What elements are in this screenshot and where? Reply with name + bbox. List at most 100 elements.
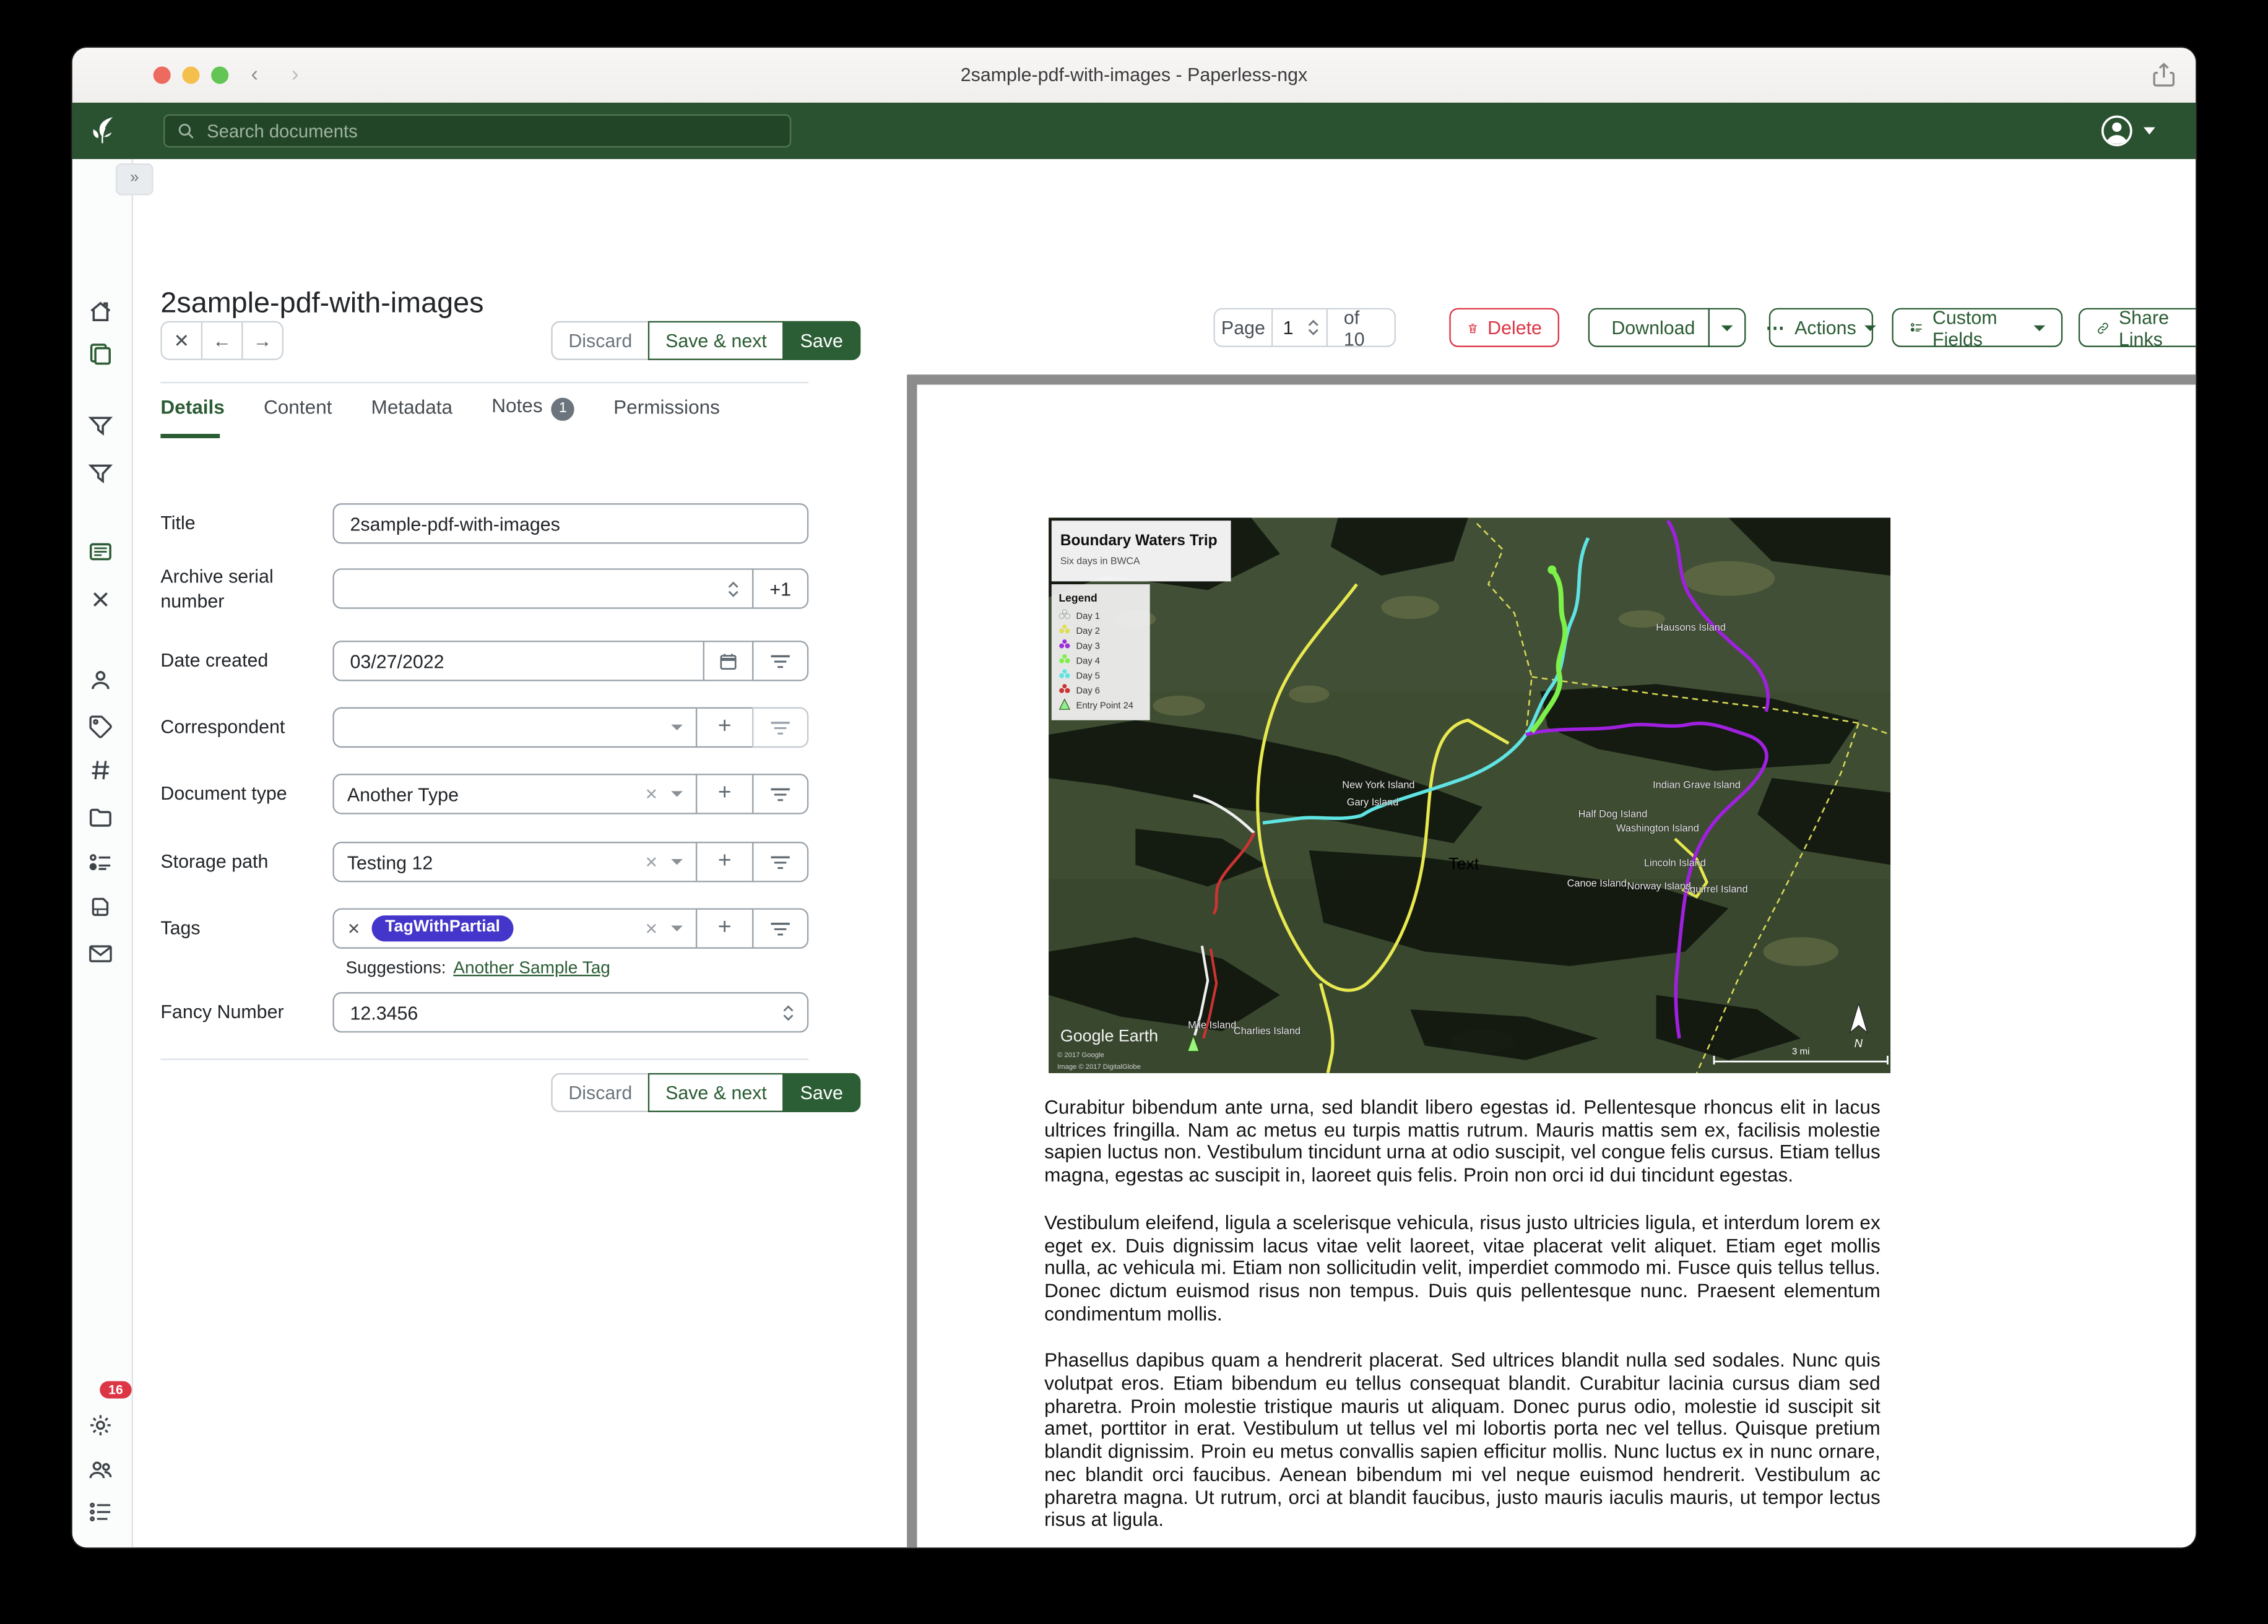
add-tag-button[interactable]: + bbox=[696, 908, 753, 948]
filter-icon bbox=[769, 785, 791, 803]
add-storage-path-button[interactable]: + bbox=[696, 842, 753, 882]
sidebar-item-storage-paths[interactable] bbox=[87, 804, 114, 831]
storage-path-filter-button[interactable] bbox=[752, 842, 808, 882]
tab-metadata[interactable]: Metadata bbox=[371, 397, 453, 418]
mac-titlebar: ‹ › 2sample-pdf-with-images - Paperless-… bbox=[72, 48, 2196, 104]
trash-icon bbox=[1466, 317, 1479, 338]
svg-text:Gary Island: Gary Island bbox=[1347, 797, 1399, 808]
discard-button[interactable]: Discard bbox=[551, 321, 649, 360]
tab-notes[interactable]: Notes1 bbox=[491, 395, 574, 420]
previous-doc-button[interactable]: ← bbox=[201, 321, 243, 360]
sidebar-item-documents[interactable] bbox=[87, 341, 114, 368]
sidebar-item-saved-view-1[interactable] bbox=[87, 412, 114, 439]
filter-icon bbox=[769, 853, 791, 871]
add-correspondent-button[interactable]: + bbox=[696, 707, 753, 748]
sidebar-item-open-document[interactable] bbox=[87, 538, 114, 565]
next-doc-button[interactable]: → bbox=[241, 321, 284, 360]
date-filter-button[interactable] bbox=[752, 641, 808, 681]
custom-fields-button[interactable]: Custom Fields bbox=[1892, 308, 2062, 347]
download-split-button: Download bbox=[1588, 308, 1746, 347]
notes-count-badge: 1 bbox=[552, 397, 574, 420]
actions-button[interactable]: ⋯ Actions bbox=[1769, 308, 1873, 347]
sidebar-item-users-groups[interactable] bbox=[87, 1456, 114, 1484]
discard-button[interactable]: Discard bbox=[551, 1073, 649, 1112]
clear-icon[interactable]: ✕ bbox=[645, 785, 659, 803]
number-spinner-icon[interactable] bbox=[727, 581, 739, 597]
sidebar-item-document-types[interactable] bbox=[87, 756, 114, 784]
sidebar-item-dashboard[interactable] bbox=[87, 298, 114, 325]
paperless-leaf-logo-icon bbox=[85, 113, 120, 147]
svg-text:Washington Island: Washington Island bbox=[1616, 823, 1699, 834]
ellipsis-icon: ⋯ bbox=[1765, 316, 1786, 339]
tab-details[interactable]: Details bbox=[160, 397, 224, 418]
storage-path-group: Testing 12 ✕ + bbox=[332, 842, 808, 882]
filter-icon bbox=[769, 919, 791, 938]
correspondent-filter-button[interactable] bbox=[752, 707, 808, 748]
svg-text:Charlies Island: Charlies Island bbox=[1234, 1026, 1301, 1037]
page-number-input[interactable] bbox=[1280, 315, 1303, 340]
tags-filter-button[interactable] bbox=[752, 908, 808, 948]
sidebar-item-tags[interactable] bbox=[87, 713, 114, 740]
save-button[interactable]: Save bbox=[783, 1073, 860, 1112]
tags-select[interactable]: ✕ TagWithPartial ✕ bbox=[332, 908, 697, 948]
remove-tag-icon[interactable]: ✕ bbox=[347, 919, 361, 938]
download-options-button[interactable] bbox=[1708, 308, 1746, 347]
save-next-button[interactable]: Save & next bbox=[648, 1073, 784, 1112]
save-button[interactable]: Save bbox=[783, 321, 860, 360]
fancy-number-input[interactable] bbox=[347, 1000, 771, 1025]
detail-tabs: Details Content Metadata Notes1 Permissi… bbox=[160, 395, 720, 420]
clear-icon[interactable]: ✕ bbox=[645, 853, 659, 871]
close-doc-button[interactable]: ✕ bbox=[160, 321, 202, 360]
paragraph: Curabitur bibendum ante urna, sed blandi… bbox=[1044, 1096, 1881, 1187]
storage-path-select[interactable]: Testing 12 ✕ bbox=[332, 842, 697, 882]
pdf-page: Boundary Waters Trip Six days in BWCA Le… bbox=[917, 385, 2196, 1548]
sidebar-item-close-document-icon[interactable] bbox=[87, 585, 114, 613]
global-search[interactable] bbox=[163, 114, 791, 148]
sidebar-item-saved-view-2[interactable] bbox=[87, 460, 114, 487]
save-next-button[interactable]: Save & next bbox=[648, 321, 784, 360]
search-input[interactable] bbox=[204, 119, 778, 142]
delete-button[interactable]: Delete bbox=[1449, 308, 1559, 347]
map-figure: Boundary Waters Trip Six days in BWCA Le… bbox=[1049, 518, 1890, 1073]
sidebar-item-tasks[interactable] bbox=[87, 1498, 114, 1526]
svg-text:Lincoln Island: Lincoln Island bbox=[1644, 858, 1706, 869]
asn-input[interactable] bbox=[347, 576, 716, 601]
calendar-button[interactable] bbox=[703, 641, 754, 681]
asn-plus-one-button[interactable]: +1 bbox=[752, 568, 808, 608]
paragraph: Phasellus dapibus quam a hendrerit place… bbox=[1044, 1350, 1881, 1532]
document-type-select[interactable]: Another Type ✕ bbox=[332, 774, 697, 814]
clear-icon[interactable]: ✕ bbox=[645, 919, 659, 938]
search-icon bbox=[176, 121, 195, 140]
share-icon[interactable] bbox=[2149, 61, 2178, 90]
chevron-down-icon bbox=[671, 725, 683, 730]
suggestion-link[interactable]: Another Sample Tag bbox=[453, 957, 610, 978]
sidebar-item-mail[interactable] bbox=[87, 940, 114, 967]
date-created-input[interactable] bbox=[347, 649, 690, 673]
user-menu[interactable] bbox=[2100, 114, 2155, 148]
svg-text:Norway Island: Norway Island bbox=[1627, 881, 1691, 892]
sidebar-item-custom-fields[interactable] bbox=[87, 849, 114, 876]
share-links-button[interactable]: Share Links bbox=[2079, 308, 2196, 347]
page-spinner-icon[interactable] bbox=[1307, 319, 1319, 335]
active-tab-underline bbox=[160, 434, 220, 438]
sidebar-item-correspondents[interactable] bbox=[87, 667, 114, 694]
number-spinner-icon[interactable] bbox=[782, 1004, 794, 1021]
add-document-type-button[interactable]: + bbox=[696, 774, 753, 814]
chevron-down-icon bbox=[671, 859, 683, 865]
document-type-filter-button[interactable] bbox=[752, 774, 808, 814]
correspondent-select[interactable] bbox=[332, 707, 697, 748]
sidebar-item-settings[interactable] bbox=[87, 1412, 114, 1439]
tag-chip[interactable]: TagWithPartial bbox=[372, 916, 513, 941]
pdf-preview-pane: Boundary Waters Trip Six days in BWCA Le… bbox=[907, 374, 2196, 1547]
title-input[interactable] bbox=[347, 511, 794, 536]
svg-text:3 mi: 3 mi bbox=[1792, 1046, 1810, 1056]
tag-suggestions: Suggestions:Another Sample Tag bbox=[345, 957, 610, 978]
sidebar-item-file-tasks[interactable] bbox=[87, 894, 114, 921]
tab-content[interactable]: Content bbox=[264, 397, 332, 418]
pdf-text-content: Curabitur bibendum ante urna, sed blandi… bbox=[1044, 1096, 1881, 1547]
sidebar-expand-button[interactable]: » bbox=[116, 163, 154, 195]
svg-text:Day 4: Day 4 bbox=[1076, 656, 1100, 666]
map-subtitle: Six days in BWCA bbox=[1060, 556, 1140, 566]
tab-permissions[interactable]: Permissions bbox=[613, 397, 720, 418]
download-button[interactable]: Download bbox=[1588, 308, 1710, 347]
